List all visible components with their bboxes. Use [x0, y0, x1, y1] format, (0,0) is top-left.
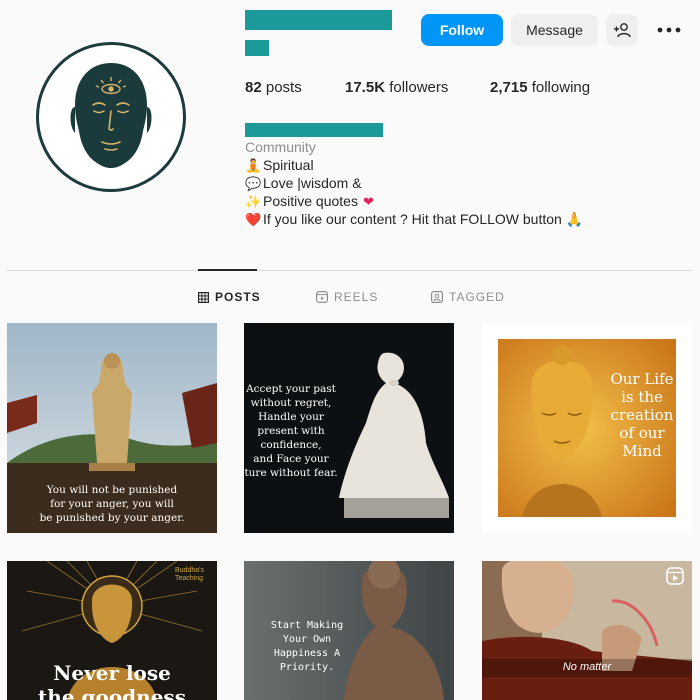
speech-bubble-emoji-icon: 💬	[245, 175, 262, 191]
verified-redacted	[245, 40, 269, 56]
tagged-icon	[431, 291, 443, 303]
heart-emoji-icon: ❤️	[245, 211, 262, 227]
meditation-emoji-icon: 🧘	[245, 157, 262, 173]
suggested-accounts-button[interactable]	[606, 14, 638, 46]
post-caption-line: confidence,	[260, 439, 322, 451]
profile-category: Community	[245, 139, 316, 155]
stat-value: 17.5K	[345, 79, 386, 96]
bio-text: 🧘 Spiritual 💬 Love |wisdom & ✨ Positive quo…	[245, 156, 583, 228]
more-options-button[interactable]	[652, 14, 686, 46]
post-caption-line: Happiness A	[273, 648, 341, 659]
stat-value: 82	[245, 79, 262, 96]
stat-value: 2,715	[490, 79, 528, 96]
post-caption-line: of our	[619, 424, 665, 442]
stat-following[interactable]: 2,715 following	[490, 79, 590, 96]
post-tile[interactable]: Start Making Your Own Happiness A Priori…	[244, 561, 454, 700]
profile-avatar[interactable]	[36, 42, 186, 192]
profile-stats: 82 posts 17.5K followers 2,715 following	[245, 79, 590, 96]
stat-followers[interactable]: 17.5K followers	[345, 79, 490, 96]
post-caption-line: be punished by your anger.	[39, 512, 185, 524]
post-caption-line: and Face your	[253, 453, 329, 465]
post-tile[interactable]: Accept your past without regret, Handle …	[244, 323, 454, 533]
active-tab-indicator	[198, 269, 257, 271]
post-caption-line: is the	[621, 388, 663, 406]
post-caption-line: Start Making	[270, 620, 344, 631]
tab-tagged[interactable]: TAGGED	[431, 290, 505, 304]
tab-label: REELS	[334, 290, 379, 304]
bio-line-text: Spiritual	[263, 157, 314, 173]
bio-line-text: Love |wisdom &	[263, 175, 362, 191]
add-person-icon	[614, 23, 631, 38]
post-tile[interactable]: No matter	[482, 561, 692, 700]
post-caption-line: without regret,	[250, 397, 332, 409]
post-caption-line: creation	[610, 406, 674, 424]
reel-indicator	[666, 567, 684, 585]
stat-label: following	[531, 79, 591, 96]
follow-button[interactable]: Follow	[421, 14, 503, 46]
post-image	[482, 561, 692, 700]
post-caption-line: No matter	[562, 661, 612, 673]
bio-line: ❤️ If you like our content ? Hit that FOL…	[245, 210, 583, 228]
bio-line-text: Positive quotes	[263, 193, 358, 209]
post-caption-line: Never lose	[53, 661, 171, 685]
post-caption-line: You will not be punished	[46, 484, 178, 496]
bio-line: 🧘 Spiritual	[245, 156, 583, 174]
tabs-divider	[6, 270, 692, 271]
username-redacted	[245, 10, 392, 30]
post-tile[interactable]: You will not be punished for your anger,…	[7, 323, 217, 533]
bio-line-text: If you like our content ? Hit that FOLLO…	[263, 211, 584, 227]
post-caption-line: Accept your past	[246, 383, 336, 395]
bio-line: 💬 Love |wisdom &	[245, 174, 583, 192]
stat-label: posts	[265, 79, 302, 96]
stat-label: followers	[389, 79, 449, 96]
stat-posts[interactable]: 82 posts	[245, 79, 345, 96]
post-caption-line: Our Life	[610, 370, 674, 388]
post-caption-line: the goodness	[38, 685, 186, 700]
reels-icon	[316, 291, 328, 303]
post-caption-line: present with	[257, 425, 325, 437]
bio-line: ✨ Positive quotes ❤	[245, 192, 583, 210]
post-badge: Buddha's Teaching	[175, 567, 204, 582]
more-icon	[657, 27, 681, 33]
display-name-redacted	[245, 123, 383, 137]
post-caption-line: Your Own	[282, 634, 332, 645]
heart-emoji-icon: ❤	[363, 193, 374, 209]
post-tile[interactable]: Our Life is the creation of our Mind	[482, 323, 692, 533]
post-caption-line: Priority.	[279, 662, 335, 673]
grid-icon	[198, 291, 209, 303]
post-tile[interactable]: Buddha's Teaching Never lose the goodnes…	[7, 561, 217, 700]
post-caption-line: Handle your	[258, 411, 324, 423]
reels-icon	[666, 567, 684, 585]
tab-posts[interactable]: POSTS	[198, 290, 261, 304]
post-caption-line: Mind	[622, 442, 662, 460]
buddha-face-logo	[70, 63, 152, 168]
message-button[interactable]: Message	[511, 14, 598, 46]
tab-label: POSTS	[215, 290, 261, 304]
tab-reels[interactable]: REELS	[316, 290, 378, 304]
post-caption-line: ture without fear.	[244, 467, 338, 479]
sparkles-emoji-icon: ✨	[245, 193, 262, 209]
tab-label: TAGGED	[449, 290, 505, 304]
post-caption-line: for your anger, you will	[50, 498, 174, 510]
